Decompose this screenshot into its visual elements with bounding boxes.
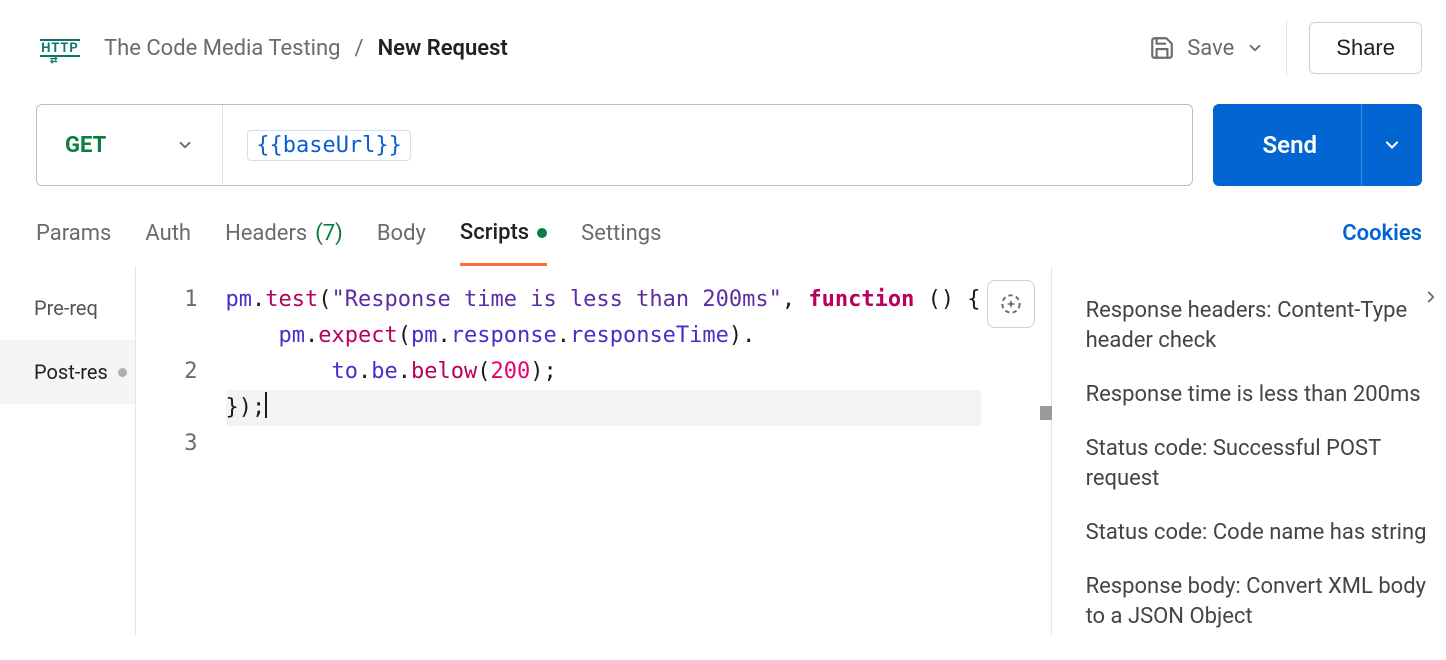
line-number-gutter: 1 2 3 bbox=[136, 266, 216, 636]
cookies-link[interactable]: Cookies bbox=[1342, 221, 1422, 264]
breadcrumb-request-name[interactable]: New Request bbox=[378, 36, 508, 61]
code-editor[interactable]: 1 2 3 pm.test("Response time is less tha… bbox=[136, 266, 1051, 636]
url-bar: GET {{baseUrl}} bbox=[36, 104, 1193, 186]
code-content[interactable]: pm.test("Response time is less than 200m… bbox=[216, 266, 1051, 636]
tab-body[interactable]: Body bbox=[377, 221, 426, 264]
tab-params[interactable]: Params bbox=[36, 221, 111, 264]
send-dropdown-button[interactable] bbox=[1361, 104, 1422, 186]
snippet-item[interactable]: Response headers: Content-Type header ch… bbox=[1086, 284, 1436, 368]
script-tab-pre-request[interactable]: Pre-req bbox=[0, 276, 135, 340]
method-select[interactable]: GET bbox=[37, 105, 223, 185]
breadcrumb-separator: / bbox=[355, 36, 364, 61]
snippet-item[interactable]: Status code: Successful POST request bbox=[1086, 422, 1436, 506]
url-input[interactable]: {{baseUrl}} bbox=[223, 130, 435, 161]
text-cursor bbox=[265, 392, 267, 418]
save-dropdown-button[interactable] bbox=[1246, 39, 1264, 57]
script-tab-post-response[interactable]: Post-res bbox=[0, 340, 135, 404]
breadcrumb-collection[interactable]: The Code Media Testing bbox=[104, 36, 341, 61]
postbot-button[interactable] bbox=[987, 280, 1035, 328]
save-icon bbox=[1149, 35, 1175, 61]
send-button[interactable]: Send bbox=[1213, 104, 1422, 186]
snippet-item[interactable]: Response body: Convert XML body to a JSO… bbox=[1086, 560, 1436, 644]
minimap-indicator bbox=[1040, 406, 1052, 420]
headers-count-badge: (7) bbox=[315, 221, 343, 246]
tab-scripts[interactable]: Scripts bbox=[460, 220, 547, 266]
url-variable-chip: {{baseUrl}} bbox=[247, 130, 411, 161]
chevron-right-icon[interactable] bbox=[1422, 288, 1440, 306]
chevron-down-icon bbox=[176, 136, 194, 154]
method-value: GET bbox=[65, 133, 106, 158]
share-button[interactable]: Share bbox=[1309, 22, 1422, 74]
tab-headers[interactable]: Headers (7) bbox=[225, 221, 343, 264]
tab-auth[interactable]: Auth bbox=[145, 221, 191, 264]
scripts-dirty-dot bbox=[537, 228, 547, 238]
snippet-item[interactable]: Response time is less than 200ms bbox=[1086, 368, 1436, 422]
save-button[interactable]: Save bbox=[1149, 35, 1234, 61]
post-response-dot bbox=[118, 368, 127, 377]
snippet-panel: Response headers: Content-Type header ch… bbox=[1051, 266, 1446, 636]
tab-settings[interactable]: Settings bbox=[581, 221, 661, 264]
breadcrumb: The Code Media Testing / New Request bbox=[104, 36, 508, 61]
snippet-item[interactable]: Status code: Code name has string bbox=[1086, 506, 1436, 560]
http-icon: HTTP ⇄ bbox=[40, 39, 80, 57]
